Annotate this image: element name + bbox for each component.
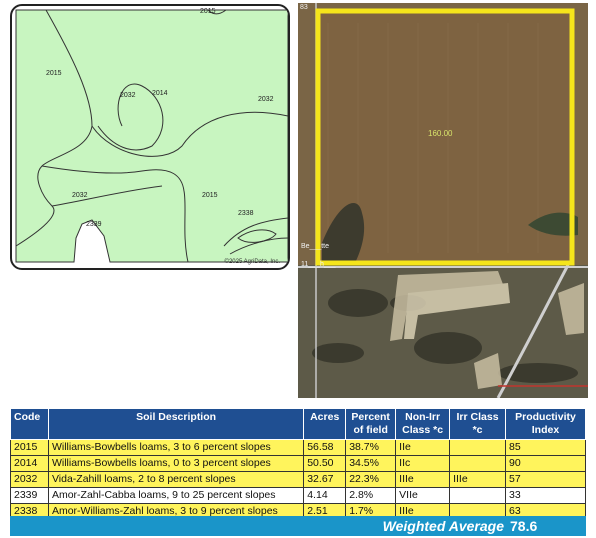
cell-nonirr: VIIe: [395, 487, 451, 504]
soil-table: Code Soil Description Acres Percent of f…: [10, 408, 587, 520]
soil-map-field: [15, 9, 288, 263]
cell-acres: 4.14: [303, 487, 347, 504]
cell-percent: 22.3%: [345, 471, 397, 488]
cell-nonirr: IIc: [395, 455, 451, 472]
map-label-2015-lower: 2015: [202, 192, 218, 199]
cell-description: Williams-Bowbells loams, 0 to 3 percent …: [47, 455, 305, 472]
cell-description: Amor-Zahl-Cabba loams, 9 to 25 percent s…: [47, 487, 305, 504]
header-description: Soil Description: [47, 408, 305, 440]
table-row: 2015 Williams-Bowbells loams, 3 to 6 per…: [10, 439, 587, 456]
weighted-average-value: 78.6: [510, 518, 538, 534]
cell-percent: 38.7%: [345, 439, 397, 456]
map-label-2339: 2339: [86, 221, 102, 228]
cell-irr: [449, 439, 506, 456]
table-row: 2032 Vida-Zahill loams, 2 to 8 percent s…: [10, 471, 587, 488]
cell-acres: 56.58: [303, 439, 347, 456]
weighted-average-label: Weighted Average: [382, 518, 504, 534]
cell-percent: 2.8%: [345, 487, 397, 504]
aerial-road-label: Be___tte: [301, 243, 330, 250]
aerial-image: 83 Be___tte 11___h___ 160.00: [298, 3, 588, 398]
header-percent: Percent of field: [345, 408, 397, 440]
cell-pi: 85: [504, 439, 587, 456]
cell-irr: IIIe: [449, 471, 506, 488]
aerial-road-label-top: 83: [300, 4, 308, 11]
table-header-row: Code Soil Description Acres Percent of f…: [10, 408, 587, 440]
cell-code: 2032: [10, 471, 49, 488]
cell-code: 2015: [10, 439, 49, 456]
cell-acres: 50.50: [303, 455, 347, 472]
header-code: Code: [10, 408, 49, 440]
map-copyright: ©2025 AgriData, Inc.: [224, 259, 280, 265]
aerial-road-label-2: 11___h___: [301, 261, 336, 268]
map-label-2032-right: 2032: [258, 96, 274, 103]
cell-irr: [449, 487, 506, 504]
soil-map-polygons: [15, 9, 288, 263]
map-label-2338: 2338: [238, 210, 254, 217]
field-acres-label: 160.00: [428, 129, 453, 138]
cell-pi: 33: [504, 487, 587, 504]
cell-percent: 34.5%: [345, 455, 397, 472]
map-label-2015-left: 2015: [46, 70, 62, 77]
cell-description: Vida-Zahill loams, 2 to 8 percent slopes: [47, 471, 305, 488]
cell-acres: 32.67: [303, 471, 347, 488]
weighted-average-bar: Weighted Average 78.6: [10, 516, 586, 536]
map-label-2015-top: 2015: [200, 8, 216, 15]
cell-pi: 57: [504, 471, 587, 488]
cell-code: 2339: [10, 487, 49, 504]
cell-nonirr: IIe: [395, 439, 451, 456]
soil-map: 2015 2015 2032 2014 2032 2032 2015 2339 …: [10, 4, 290, 270]
map-label-2032-lower: 2032: [72, 192, 88, 199]
header-nonirr: Non-Irr Class *c: [395, 408, 451, 440]
map-label-2014: 2014: [152, 90, 168, 97]
table-row: 2339 Amor-Zahl-Cabba loams, 9 to 25 perc…: [10, 487, 587, 504]
table-row: 2014 Williams-Bowbells loams, 0 to 3 per…: [10, 455, 587, 472]
cell-description: Williams-Bowbells loams, 3 to 6 percent …: [47, 439, 305, 456]
aerial-drawing: [298, 3, 588, 398]
cell-irr: [449, 455, 506, 472]
header-acres: Acres: [303, 408, 347, 440]
header-irr: Irr Class *c: [449, 408, 506, 440]
header-pi: Productivity Index: [504, 408, 587, 440]
cell-nonirr: IIIe: [395, 471, 451, 488]
cell-pi: 90: [504, 455, 587, 472]
cell-code: 2014: [10, 455, 49, 472]
map-label-2032-mid: 2032: [120, 92, 136, 99]
